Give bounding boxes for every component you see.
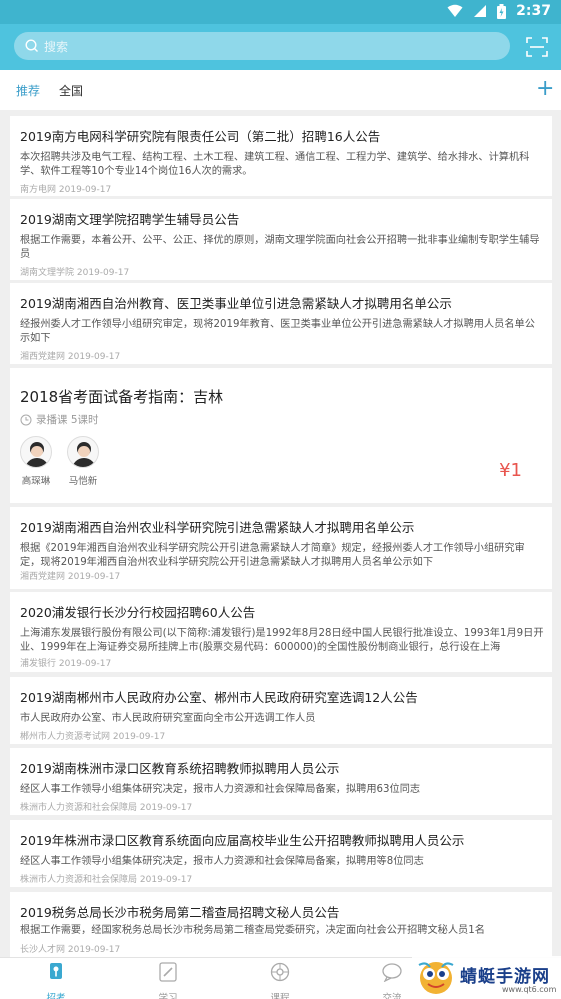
teacher-item[interactable]: 高琛琳 [16, 436, 56, 487]
clock-icon [20, 414, 32, 425]
chat-icon [382, 963, 402, 983]
search-placeholder: 搜索 [44, 40, 69, 54]
item-desc: 根据工作需要，经国家税务总局长沙市税务局第二稽查局党委研究，决定面向社会公开招聘… [20, 925, 485, 936]
list-item[interactable]: 2019湖南湘西自治州农业科学研究院引进急需紧缺人才拟聘用名单公示 根据《201… [10, 507, 552, 589]
item-date: 2019-09-17 [58, 185, 112, 195]
course-type-label: 录播课 5课时 [36, 414, 99, 426]
list-item[interactable]: 2019湖南湘西自治州教育、医卫类事业单位引进急需紧缺人才拟聘用名单公示 经报州… [10, 283, 552, 364]
item-source: 株洲市人力资源和社会保障局 [20, 875, 138, 885]
list-item[interactable]: 2019年株洲市渌口区教育系统面向应届高校毕业生公开招聘教师拟聘用人员公示 经区… [10, 820, 552, 887]
pencil-icon [159, 962, 177, 982]
list-item[interactable]: 2020浦发银行长沙分行校园招聘60人公告 上海浦东发展银行股份有限公司(以下简… [10, 592, 552, 672]
avatar [20, 436, 52, 468]
item-date: 2019-09-17 [76, 268, 130, 278]
app-header: 搜索 [0, 24, 561, 70]
nav-label: 课程 [270, 993, 290, 999]
watermark-url: www.qt6.com [502, 985, 557, 994]
status-bar: 2:37 [0, 0, 561, 24]
list-item[interactable]: 2019税务总局长沙市税务局第二稽查局招聘文秘人员公告 根据工作需要，经国家税务… [10, 892, 552, 960]
item-desc: 根据工作需要，本着公开、公平、公正、择优的原则，湖南文理学院面向社会公开招聘一批… [20, 235, 540, 260]
avatar [67, 436, 99, 468]
item-source: 郴州市人力资源考试网 [20, 732, 111, 742]
category-tabs: 推荐 全国 + [0, 70, 561, 110]
item-title: 2020浦发银行长沙分行校园招聘60人公告 [20, 605, 256, 620]
item-title: 2019南方电网科学研究院有限责任公司（第二批）招聘16人公告 [20, 129, 381, 144]
watermark-text: 蜻蜓手游网 [460, 967, 550, 987]
nav-course[interactable]: 课程 [250, 962, 310, 999]
item-desc: 根据《2019年湘西自治州农业科学研究院公开引进急需紧缺人才简章》规定，经报州委… [20, 543, 525, 568]
item-source: 湖南文理学院 [20, 268, 75, 278]
nav-label: 学习 [158, 993, 178, 999]
item-title: 2019税务总局长沙市税务局第二稽查局招聘文秘人员公告 [20, 905, 340, 920]
course-price: ¥1 [499, 460, 522, 481]
item-meta: 株洲市人力资源和社会保障局 2019-09-17 [20, 872, 192, 885]
item-desc: 本次招聘共涉及电气工程、结构工程、土木工程、建筑工程、通信工程、工程力学、建筑学… [20, 152, 530, 177]
course-title: 2018省考面试备考指南：吉林 [20, 388, 224, 406]
item-title: 2019湖南株洲市渌口区教育系统招聘教师拟聘用人员公示 [20, 761, 340, 776]
status-time: 2:37 [516, 3, 551, 19]
wifi-icon [447, 4, 463, 17]
nav-study[interactable]: 学习 [138, 962, 198, 999]
item-meta: 株洲市人力资源和社会保障局 2019-09-17 [20, 800, 192, 813]
course-card[interactable]: 2018省考面试备考指南：吉林 录播课 5课时 高琛琳 马恺新 ¥1 [10, 368, 552, 503]
item-date: 2019-09-17 [139, 803, 193, 813]
item-desc: 市人民政府办公室、市人民政府研究室面向全市公开选调工作人员 [20, 713, 316, 724]
search-icon [25, 39, 38, 52]
course-icon [270, 962, 290, 982]
dragonfly-logo-icon [418, 962, 454, 994]
teacher-name: 马恺新 [68, 476, 98, 487]
item-source: 湘西党建网 [20, 572, 66, 582]
tab-nationwide[interactable]: 全国 [59, 82, 83, 99]
list-item[interactable]: 2019湖南郴州市人民政府办公室、郴州市人民政府研究室选调12人公告 市人民政府… [10, 677, 552, 744]
item-source: 南方电网 [20, 185, 57, 195]
item-title: 2019湖南文理学院招聘学生辅导员公告 [20, 212, 240, 227]
list-item[interactable]: 2019湖南株洲市渌口区教育系统招聘教师拟聘用人员公示 经区人事工作领导小组集体… [10, 748, 552, 815]
item-source: 湘西党建网 [20, 352, 66, 362]
nav-label: 招考 [46, 993, 66, 999]
list-item[interactable]: 2019湖南文理学院招聘学生辅导员公告 根据工作需要，本着公开、公平、公正、择优… [10, 199, 552, 280]
item-meta: 南方电网 2019-09-17 [20, 182, 111, 195]
item-desc: 经区人事工作领导小组集体研究决定，报市人力资源和社会保障局备案，拟聘用63位同志 [20, 784, 421, 795]
item-meta: 郴州市人力资源考试网 2019-09-17 [20, 729, 165, 742]
site-watermark: 蜻蜓手游网 www.qt6.com [412, 956, 561, 999]
teacher-item[interactable]: 马恺新 [63, 436, 103, 487]
item-desc: 经报州委人才工作领导小组研究审定，现将2019年教育、医卫类事业单位公开引进急需… [20, 319, 535, 344]
list-item[interactable]: 2019南方电网科学研究院有限责任公司（第二批）招聘16人公告 本次招聘共涉及电… [10, 116, 552, 196]
battery-icon [497, 3, 507, 19]
nav-exam[interactable]: 招考 [26, 962, 86, 999]
item-date: 2019-09-17 [67, 945, 121, 955]
item-meta: 长沙人才网 2019-09-17 [20, 942, 120, 955]
item-title: 2019湖南湘西自治州农业科学研究院引进急需紧缺人才拟聘用名单公示 [20, 520, 415, 535]
item-date: 2019-09-17 [58, 659, 112, 669]
item-title: 2019湖南湘西自治州教育、医卫类事业单位引进急需紧缺人才拟聘用名单公示 [20, 296, 452, 311]
item-meta: 湘西党建网 2019-09-17 [20, 569, 120, 582]
item-desc: 上海浦东发展银行股份有限公司(以下简称:浦发银行)是1992年8月28日经中国人… [20, 628, 544, 653]
item-date: 2019-09-17 [67, 352, 121, 362]
item-source: 浦发银行 [20, 659, 57, 669]
item-title: 2019年株洲市渌口区教育系统面向应届高校毕业生公开招聘教师拟聘用人员公示 [20, 833, 465, 848]
scan-icon[interactable] [526, 36, 548, 58]
item-desc: 经区人事工作领导小组集体研究决定，报市人力资源和社会保障局备案，拟聘用等8位同志 [20, 856, 424, 867]
item-date: 2019-09-17 [139, 875, 193, 885]
signal-icon [474, 5, 487, 17]
key-icon [50, 963, 62, 979]
add-tab-button[interactable]: + [536, 76, 554, 101]
item-meta: 湖南文理学院 2019-09-17 [20, 265, 129, 278]
item-meta: 湘西党建网 2019-09-17 [20, 349, 120, 362]
item-source: 长沙人才网 [20, 945, 66, 955]
item-date: 2019-09-17 [112, 732, 166, 742]
item-title: 2019湖南郴州市人民政府办公室、郴州市人民政府研究室选调12人公告 [20, 690, 418, 705]
search-bar[interactable]: 搜索 [14, 32, 510, 60]
tab-recommend[interactable]: 推荐 [16, 82, 40, 99]
teacher-name: 高琛琳 [21, 476, 51, 487]
item-meta: 浦发银行 2019-09-17 [20, 656, 111, 669]
item-source: 株洲市人力资源和社会保障局 [20, 803, 138, 813]
course-type: 录播课 5课时 [20, 412, 99, 427]
item-date: 2019-09-17 [67, 572, 121, 582]
